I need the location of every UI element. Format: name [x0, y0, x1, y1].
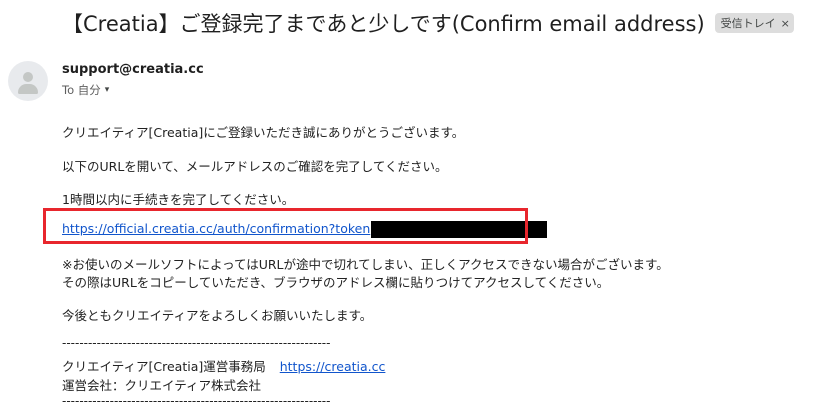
person-icon [23, 72, 33, 82]
person-icon-body [18, 84, 38, 94]
sender-email[interactable]: support@creatia.cc [62, 62, 204, 77]
body-deadline: 1時間以内に手続きを完了してください。 [62, 192, 295, 207]
body-note-1: ※お使いのメールソフトによってはURLが途中で切れてしまい、正しくアクセスできな… [62, 257, 669, 272]
footer-company: 運営会社：クリエイティア株式会社 [62, 378, 262, 393]
email-subject: 【Creatia】ご登録完了まであと少しです(Confirm email add… [62, 12, 705, 36]
recipient-line[interactable]: To 自分 ▾ [62, 82, 109, 98]
footer-office: クリエイティア[Creatia]運営事務局 [62, 359, 266, 374]
footer-divider-top: ----------------------------------------… [62, 336, 331, 350]
inbox-label-text: 受信トレイ [720, 17, 776, 30]
inbox-label-chip[interactable]: 受信トレイ × [714, 13, 794, 33]
body-greeting: クリエイティア[Creatia]にご登録いただき誠にありがとうございます。 [62, 125, 465, 140]
recipient-label: To 自分 [62, 83, 101, 97]
body-instruction: 以下のURLを開いて、メールアドレスのご確認を完了してください。 [62, 159, 448, 174]
chevron-down-icon[interactable]: ▾ [105, 85, 110, 95]
footer-site-link[interactable]: https://creatia.cc [280, 359, 386, 374]
footer-divider-bottom: ----------------------------------------… [62, 394, 331, 408]
subject-row: 【Creatia】ご登録完了まであと少しです(Confirm email add… [62, 8, 794, 38]
link-highlight-box [43, 208, 528, 244]
footer-office-row: クリエイティア[Creatia]運営事務局 https://creatia.cc [62, 356, 385, 375]
remove-label-icon[interactable]: × [781, 17, 790, 30]
body-closing: 今後ともクリエイティアをよろしくお願いいたします。 [62, 308, 373, 323]
body-note-2: その際はURLをコピーしていただき、ブラウザのアドレス欄に貼りつけてアクセスして… [62, 275, 610, 290]
sender-avatar[interactable] [8, 61, 48, 101]
